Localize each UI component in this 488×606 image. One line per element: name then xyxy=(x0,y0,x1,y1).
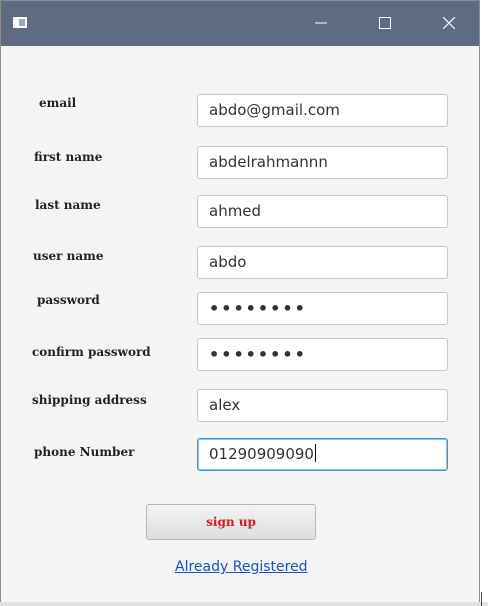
minimize-button[interactable] xyxy=(297,1,345,46)
shipping-address-field[interactable]: alex xyxy=(197,389,448,422)
email-label: email xyxy=(39,96,77,110)
user-name-field[interactable]: abdo xyxy=(197,246,448,279)
title-bar[interactable] xyxy=(1,1,479,46)
confirm-password-label: confirm password xyxy=(32,345,151,359)
maximize-icon xyxy=(379,17,391,29)
app-icon xyxy=(13,17,27,28)
close-icon xyxy=(443,17,455,29)
close-button[interactable] xyxy=(425,1,473,46)
first-name-label: first name xyxy=(34,150,103,164)
sign-up-button[interactable]: sign up xyxy=(146,504,316,540)
maximize-button[interactable] xyxy=(361,1,409,46)
text-caret xyxy=(314,444,316,462)
phone-number-field[interactable]: 01290909090 xyxy=(197,438,448,471)
password-label: password xyxy=(37,293,100,307)
email-field[interactable]: abdo@gmail.com xyxy=(197,94,448,127)
minimize-icon xyxy=(315,22,327,24)
first-name-field[interactable]: abdelrahmannn xyxy=(197,146,448,179)
mouse-cursor xyxy=(481,592,482,606)
signup-window: email abdo@gmail.com first name abdelrah… xyxy=(0,0,480,604)
phone-number-value: 01290909090 xyxy=(209,445,314,463)
confirm-password-field[interactable]: •••••••• xyxy=(197,338,448,371)
shipping-address-label: shipping address xyxy=(32,393,147,407)
password-field[interactable]: •••••••• xyxy=(197,292,448,325)
user-name-label: user name xyxy=(33,249,104,263)
background-window-strip xyxy=(0,602,488,606)
phone-number-label: phone Number xyxy=(34,445,135,459)
last-name-field[interactable]: ahmed xyxy=(197,195,448,228)
last-name-label: last name xyxy=(35,198,101,212)
already-registered-link[interactable]: Already Registered xyxy=(175,559,308,575)
